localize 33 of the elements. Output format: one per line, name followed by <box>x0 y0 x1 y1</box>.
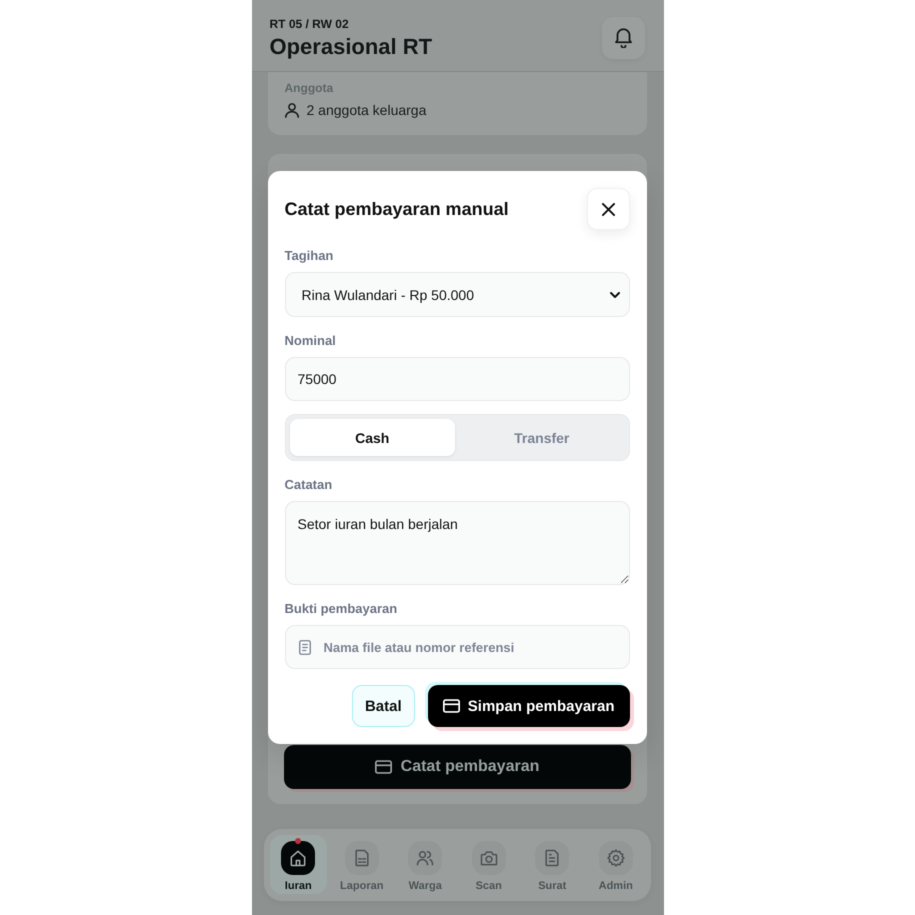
member-label: Anggota <box>284 81 334 96</box>
reference-input[interactable]: Nama file atau nomor referensi <box>284 625 630 669</box>
page-title: Operasional RT <box>270 34 432 60</box>
bell-icon <box>614 28 632 48</box>
chevron-down-icon <box>610 292 620 298</box>
bill-dropdown[interactable]: Rina Wulandari - Rp 50.000 <box>284 272 630 317</box>
dialog-title: Catat pembayaran manual <box>284 198 509 220</box>
document-icon <box>298 640 310 655</box>
camera-icon <box>472 841 506 875</box>
gear-icon <box>598 841 633 875</box>
notification-button[interactable] <box>602 17 644 59</box>
field-label: Bukti pembayaran <box>284 601 398 616</box>
field-label: Catatan <box>284 477 334 492</box>
nav-tab[interactable]: Iuran <box>270 835 327 894</box>
home-icon <box>281 841 316 875</box>
person-icon <box>284 102 298 118</box>
member-count: 2 anggota keluarga <box>306 102 426 118</box>
close-button[interactable] <box>586 188 630 230</box>
area-subtitle: RT 05 / RW 02 <box>270 17 350 31</box>
credit-card-icon <box>442 699 460 713</box>
users-icon <box>408 841 442 875</box>
field-label: Tagihan <box>284 248 334 263</box>
save-payment-button[interactable]: Simpan pembayaran <box>428 685 630 727</box>
amount-input[interactable]: 75000 <box>284 357 630 401</box>
document-icon <box>535 841 570 875</box>
close-icon <box>602 202 614 216</box>
credit-card-icon <box>374 760 392 774</box>
notes-textarea[interactable]: Setor iuran bulan berjalan <box>284 501 630 585</box>
field-label: Nominal <box>284 333 337 348</box>
table-document-icon <box>344 841 379 875</box>
cancel-button[interactable]: Batal <box>352 685 415 727</box>
payment-method-tab[interactable]: Cash <box>290 419 455 456</box>
record-payment-button[interactable]: Catat pembayaran <box>284 745 630 789</box>
